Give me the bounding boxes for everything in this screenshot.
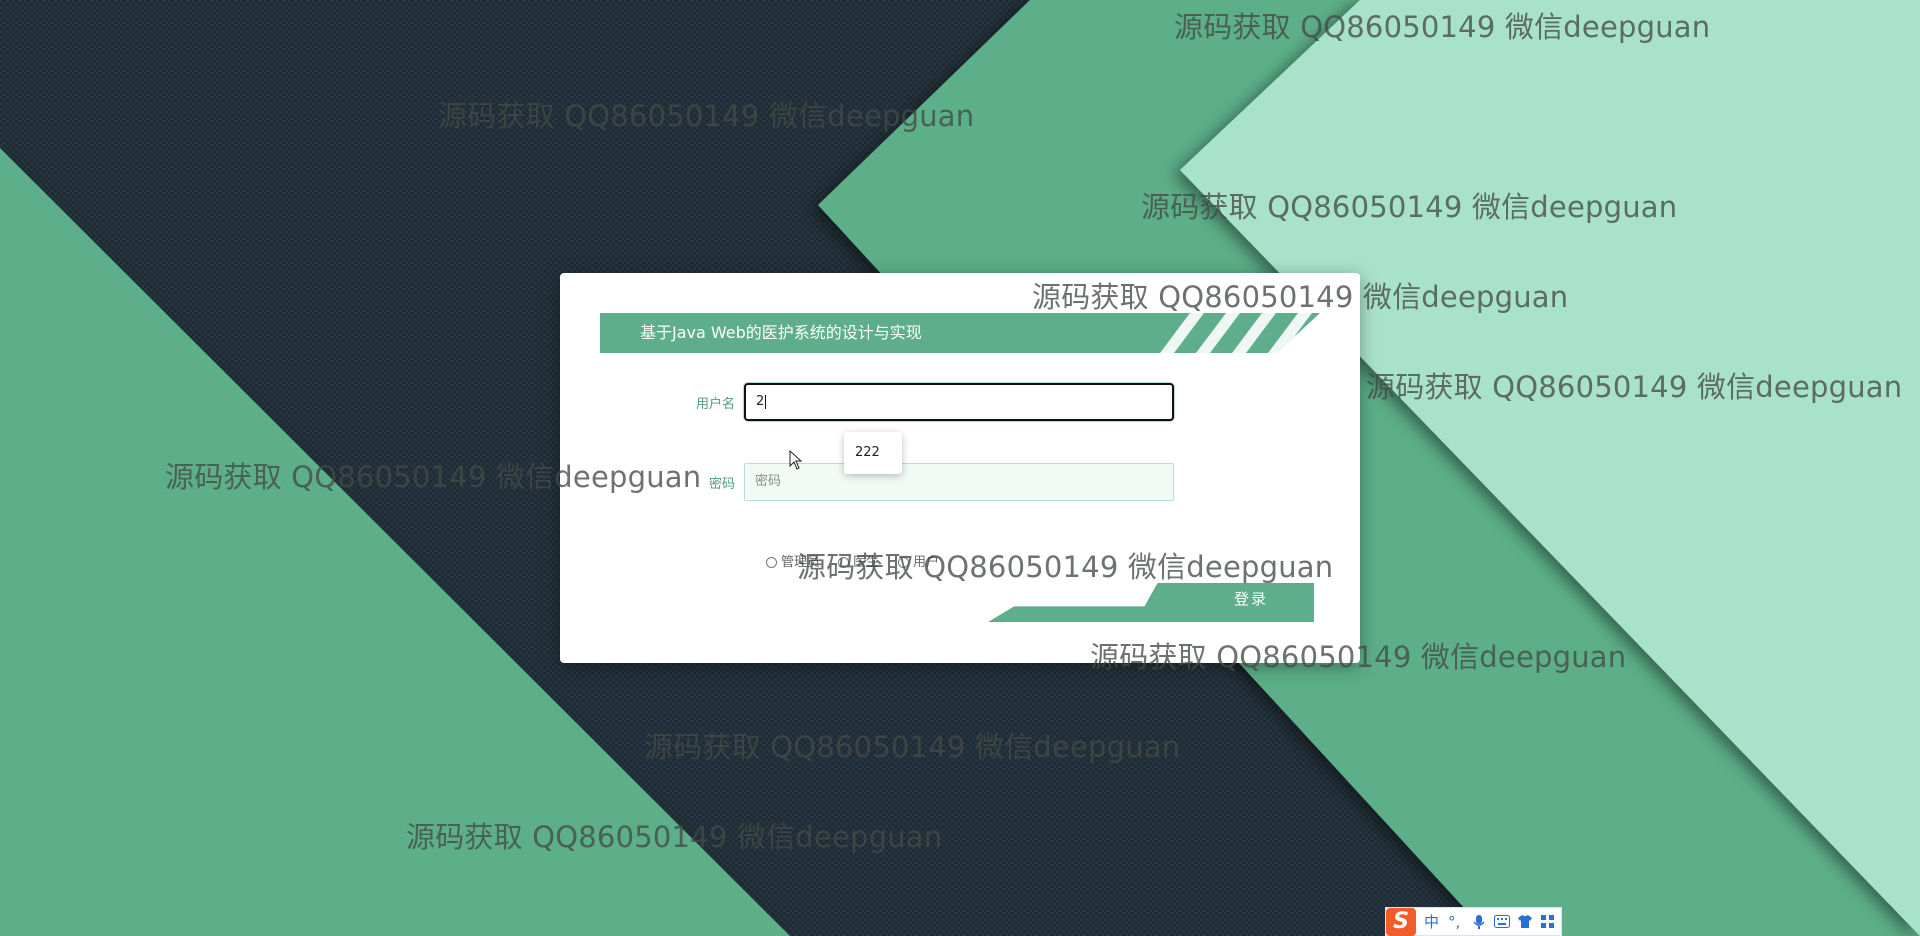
radio-circle-icon[interactable] [898,557,909,568]
autocomplete-suggestion[interactable]: 222 [844,432,902,474]
username-label: 用户名 [695,397,735,412]
shirt-icon[interactable] [1517,914,1533,929]
username-value: 2 [756,394,765,409]
password-label: 密码 [708,477,735,492]
stripes-decoration [1160,313,1312,353]
mouse-pointer-icon [789,450,803,470]
ime-toolbar[interactable]: S 中 °, [1385,907,1562,936]
role-doctor-option[interactable]: 医生 [838,551,879,570]
password-input[interactable]: 密码 [744,463,1174,501]
username-input[interactable]: 2 [744,383,1174,421]
login-button[interactable]: 登录 [988,583,1314,622]
ime-mode-toggle[interactable]: 中 [1424,912,1439,932]
role-label: 用户 [913,555,940,570]
mic-icon[interactable] [1472,914,1486,930]
role-label: 管理员 [781,555,821,570]
page-title: 基于Java Web的医护系统的设计与实现 [640,323,922,342]
role-user-option[interactable]: 用户 [898,551,939,570]
radio-circle-icon[interactable] [838,557,849,568]
ime-punct-toggle[interactable]: °, [1448,912,1460,932]
toolbox-icon[interactable] [1540,914,1555,929]
login-card: 基于Java Web的医护系统的设计与实现 用户名 2 222 密码 密码 管理… [560,273,1360,663]
role-label: 医生 [853,555,880,570]
text-caret [765,394,767,409]
login-button-label: 登录 [1234,590,1269,608]
sogou-logo-icon[interactable]: S [1386,908,1416,936]
role-admin-option[interactable]: 管理员 [766,551,820,570]
radio-circle-icon[interactable] [766,557,777,568]
title-banner: 基于Java Web的医护系统的设计与实现 [600,313,1320,353]
keyboard-icon[interactable] [1494,915,1510,928]
